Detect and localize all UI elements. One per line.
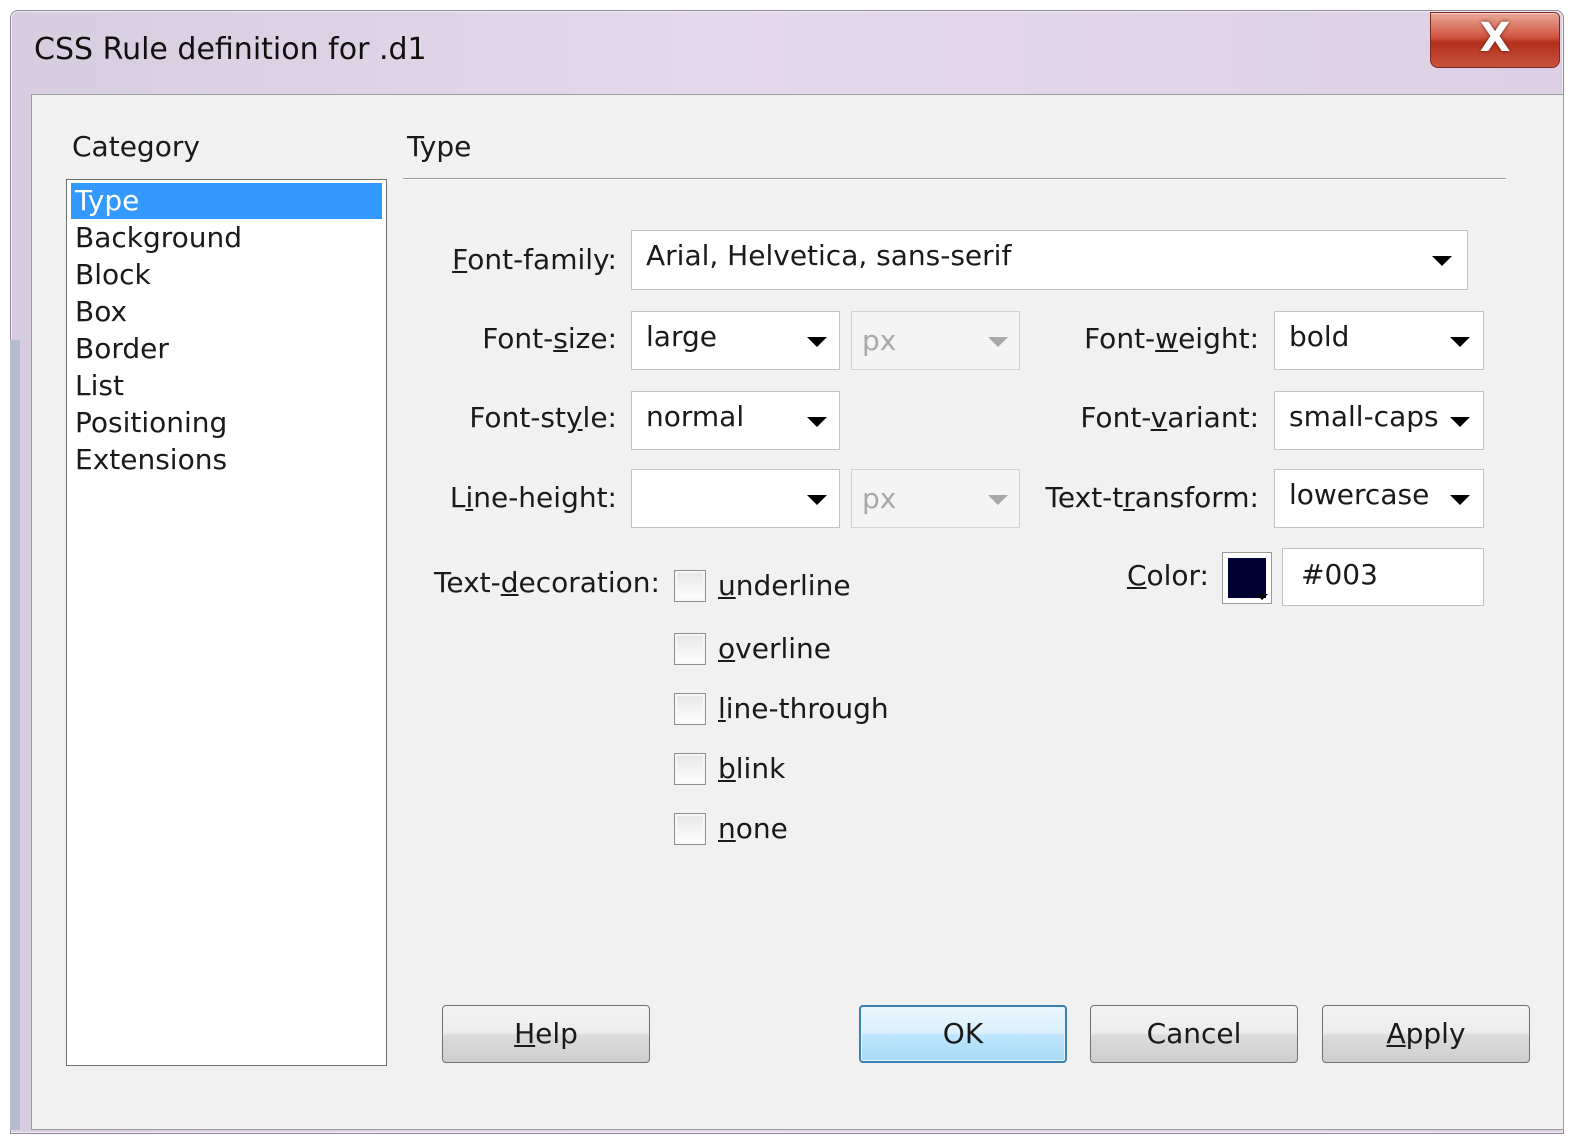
chevron-down-icon: [807, 417, 827, 427]
underline-checkbox[interactable]: [674, 570, 706, 602]
line-height-unit-select: px: [851, 469, 1020, 528]
font-family-value: Arial, Helvetica, sans-serif: [646, 239, 1012, 272]
category-item-box[interactable]: Box: [71, 294, 382, 330]
font-weight-label: Font-weight:: [1084, 322, 1259, 355]
font-family-select[interactable]: Arial, Helvetica, sans-serif: [631, 230, 1468, 290]
ok-button[interactable]: OK: [859, 1005, 1067, 1063]
chevron-down-icon: [1432, 256, 1452, 266]
chevron-down-icon: [988, 495, 1008, 505]
category-item-border[interactable]: Border: [71, 331, 382, 367]
close-icon: X: [1479, 15, 1511, 61]
font-style-value: normal: [646, 400, 745, 433]
font-size-value: large: [646, 320, 717, 353]
text-transform-value: lowercase: [1289, 478, 1430, 511]
category-item-positioning[interactable]: Positioning: [71, 405, 382, 441]
font-size-select[interactable]: large: [631, 311, 840, 370]
chevron-down-icon: [807, 337, 827, 347]
font-weight-select[interactable]: bold: [1274, 311, 1484, 370]
chevron-down-icon: [988, 337, 1008, 347]
font-style-select[interactable]: normal: [631, 391, 840, 450]
text-transform-label: Text-transform:: [1045, 481, 1259, 514]
color-label: Color:: [1126, 559, 1209, 592]
category-heading: Category: [72, 130, 200, 163]
category-item-list[interactable]: List: [71, 368, 382, 404]
line-height-select[interactable]: [631, 469, 840, 528]
chevron-down-icon: [1450, 337, 1470, 347]
color-value: #003: [1301, 558, 1378, 591]
font-style-label: Font-style:: [469, 401, 617, 434]
apply-button[interactable]: Apply: [1322, 1005, 1530, 1063]
overline-checkbox[interactable]: [674, 633, 706, 665]
line-through-checkbox[interactable]: [674, 693, 706, 725]
color-picker-button[interactable]: [1222, 552, 1272, 604]
panel-title: Type: [407, 130, 472, 163]
category-item-block[interactable]: Block: [71, 257, 382, 293]
line-height-label: Line-height:: [449, 481, 617, 514]
chevron-down-icon: [1450, 495, 1470, 505]
font-variant-value: small-caps: [1289, 400, 1439, 433]
text-transform-select[interactable]: lowercase: [1274, 469, 1484, 528]
color-input[interactable]: #003: [1282, 548, 1484, 606]
close-button[interactable]: X: [1430, 12, 1560, 68]
chevron-down-icon: [1256, 594, 1268, 600]
background-strip: [10, 340, 20, 1130]
font-size-label: Font-size:: [482, 322, 617, 355]
category-item-type[interactable]: Type: [71, 183, 382, 219]
dialog-title: CSS Rule definition for .d1: [34, 32, 427, 67]
font-variant-label: Font-variant:: [1080, 401, 1259, 434]
category-item-background[interactable]: Background: [71, 220, 382, 256]
blink-label[interactable]: blink: [718, 752, 785, 785]
category-list[interactable]: Type Background Block Box Border List Po…: [66, 179, 387, 1066]
font-weight-value: bold: [1289, 320, 1350, 353]
blink-checkbox[interactable]: [674, 753, 706, 785]
font-family-label: Font-family:: [452, 243, 617, 276]
category-item-extensions[interactable]: Extensions: [71, 442, 382, 478]
chevron-down-icon: [807, 495, 827, 505]
underline-label[interactable]: underline: [718, 569, 851, 602]
help-button[interactable]: Help: [442, 1005, 650, 1063]
line-height-unit-value: px: [862, 482, 897, 515]
font-variant-select[interactable]: small-caps: [1274, 391, 1484, 450]
overline-label[interactable]: overline: [718, 632, 831, 665]
none-checkbox[interactable]: [674, 813, 706, 845]
cancel-button[interactable]: Cancel: [1090, 1005, 1298, 1063]
color-swatch: [1228, 558, 1266, 598]
font-size-unit-value: px: [862, 324, 897, 357]
font-size-unit-select: px: [851, 311, 1020, 370]
line-through-label[interactable]: line-through: [718, 692, 889, 725]
chevron-down-icon: [1450, 417, 1470, 427]
none-label[interactable]: none: [718, 812, 788, 845]
text-decoration-label: Text-decoration:: [433, 566, 660, 599]
panel-divider: [403, 178, 1506, 180]
